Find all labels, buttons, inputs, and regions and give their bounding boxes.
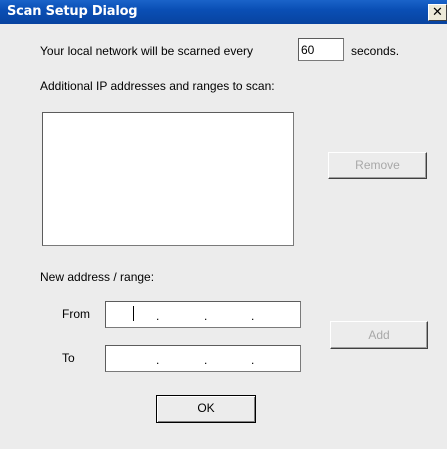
remove-button[interactable]: Remove (328, 152, 427, 179)
add-button[interactable]: Add (330, 321, 428, 349)
additional-ranges-label: Additional IP addresses and ranges to sc… (40, 79, 275, 93)
ip-separator: . (251, 353, 255, 367)
scan-interval-suffix: seconds. (351, 44, 400, 58)
scan-setup-dialog: Scan Setup Dialog ✕ Your local network w… (0, 0, 447, 449)
dialog-body: Your local network will be scarned every… (0, 24, 447, 449)
to-label: To (62, 351, 75, 365)
scan-interval-input[interactable] (298, 38, 344, 61)
additional-ranges-listbox[interactable] (42, 112, 294, 246)
dialog-title: Scan Setup Dialog (7, 4, 138, 19)
to-ip-address-field[interactable]: . . . (105, 345, 301, 372)
ok-button[interactable]: OK (156, 395, 256, 423)
ip-separator: . (204, 353, 208, 367)
text-caret (133, 306, 134, 321)
new-range-label: New address / range: (40, 270, 155, 284)
close-icon: ✕ (432, 4, 443, 19)
ip-separator: . (156, 309, 160, 323)
close-button[interactable]: ✕ (428, 4, 447, 21)
ip-separator: . (156, 353, 160, 367)
ip-separator: . (204, 309, 208, 323)
ip-separator: . (251, 309, 255, 323)
title-bar[interactable]: Scan Setup Dialog ✕ (0, 0, 447, 24)
from-label: From (62, 307, 90, 321)
from-ip-address-field[interactable]: . . . (105, 301, 301, 328)
scan-interval-prefix: Your local network will be scarned every (40, 44, 253, 58)
